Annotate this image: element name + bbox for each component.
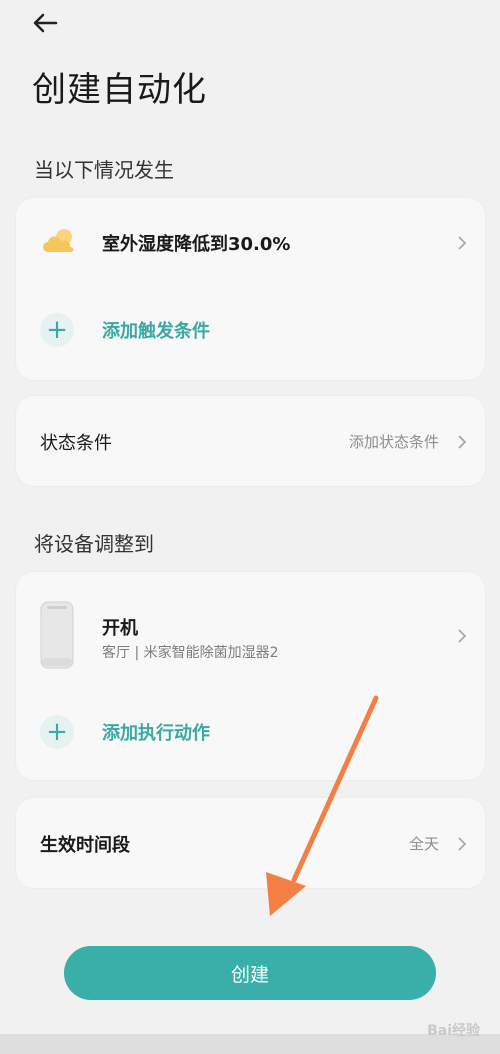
create-button[interactable]: 创建 — [64, 946, 436, 1000]
weather-cloud-icon — [40, 226, 80, 258]
plus-icon: + — [40, 715, 74, 749]
state-condition-label: 状态条件 — [40, 433, 112, 454]
page-title: 创建自动化 — [32, 70, 207, 110]
bottom-bar — [0, 1034, 500, 1054]
add-trigger-button[interactable]: + 添加触发条件 — [40, 310, 485, 350]
trigger-condition-label: 室外湿度降低到30.0% — [102, 234, 291, 255]
trigger-card: 室外湿度降低到30.0% + 添加触发条件 — [16, 198, 485, 380]
device-detail: 客厅 | 米家智能除菌加湿器2 — [102, 645, 279, 661]
state-condition-card[interactable]: 状态条件 添加状态条件 — [16, 396, 485, 486]
action-label: 开机 — [102, 618, 138, 639]
plus-icon: + — [40, 313, 74, 347]
back-arrow-icon[interactable] — [28, 8, 62, 38]
trigger-section-title: 当以下情况发生 — [34, 158, 174, 182]
watermark: Bai经验 — [427, 1023, 480, 1039]
add-action-label: 添加执行动作 — [102, 723, 210, 744]
add-trigger-label: 添加触发条件 — [102, 321, 210, 342]
humidifier-device-image — [38, 600, 76, 670]
action-device-row[interactable]: 开机 客厅 | 米家智能除菌加湿器2 — [16, 598, 485, 674]
chevron-right-icon — [457, 235, 467, 251]
effective-time-value: 全天 — [408, 835, 439, 853]
chevron-right-icon — [457, 628, 467, 644]
action-section-title: 将设备调整到 — [34, 532, 154, 556]
trigger-condition-row[interactable]: 室外湿度降低到30.0% — [16, 216, 485, 270]
effective-time-label: 生效时间段 — [40, 835, 130, 856]
chevron-right-icon — [457, 836, 467, 852]
pointer-arrow-annotation — [266, 695, 379, 916]
state-condition-value: 添加状态条件 — [348, 433, 439, 451]
chevron-right-icon — [457, 434, 467, 450]
